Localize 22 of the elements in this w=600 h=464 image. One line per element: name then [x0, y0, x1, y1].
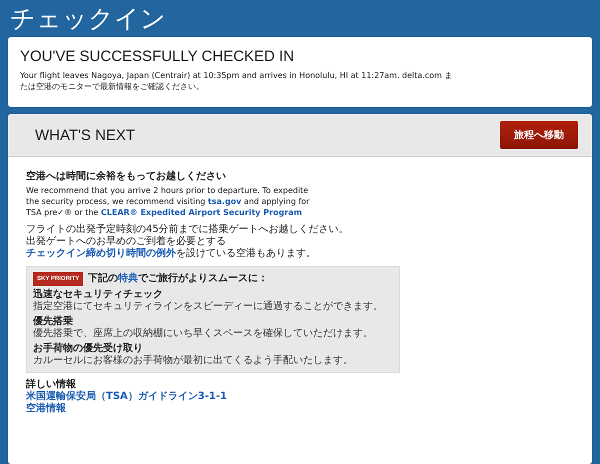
- advice-paragraph: We recommend that you arrive 2 hours prior to departure. To expedite the security process, we recommend visiting tsa.gov and applying for TSA pre✓® or the CLEAR® Expedited Airport Security Program: [26, 185, 310, 218]
- more-info-heading: 詳しい情報: [26, 379, 77, 390]
- benefit-title: お手荷物の優先受け取り: [33, 343, 144, 354]
- advice-paragraph: フライトの出発予定時刻の45分前までに搭乗ゲートへお越しください。出発ゲートへのお早めのご到着を必要とする チェックイン締め切り時間の例外を設けている空港もあります。: [26, 224, 350, 260]
- benefit-text: 優先搭乗で、座席上の収納棚にいち早くスペースを確保していただけます。: [33, 328, 374, 340]
- inline-link[interactable]: 特典: [118, 273, 138, 284]
- benefit-text: 指定空港にてセキュリティラインをスピーディーに通過することができます。: [33, 301, 384, 313]
- benefit-title: 迅速なセキュリティチェック: [33, 289, 164, 300]
- inline-link[interactable]: CLEAR® Expedited Airport Security Program: [100, 208, 302, 217]
- flight-message: Your flight leaves Nagoya, Japan (Centrair) at 10:35pm and arrives in Honolulu, HI at 11:27am. delta.com または空港のモニターで最新情報をご確認ください。: [20, 70, 454, 92]
- confirmation-heading: YOU'VE SUCCESSFULLY CHECKED IN: [20, 47, 296, 67]
- airport-heading: 空港へは時間に余裕をもってお越しください: [26, 171, 227, 183]
- inline-link[interactable]: チェックイン締め切り時間の例外: [26, 248, 176, 259]
- inline-link[interactable]: tsa.gov: [208, 197, 242, 206]
- info-link[interactable]: 空港情報: [26, 403, 66, 415]
- benefit-text: カルーセルにお客様のお手荷物が最初に出てくるよう手配いたします。: [33, 355, 354, 367]
- info-link[interactable]: 米国運輸保安局（TSA）ガイドライン3-1-1: [26, 391, 227, 403]
- itinerary-button[interactable]: 旅程へ移動: [500, 121, 578, 149]
- priority-intro: 下記の特典でご旅行がよりスムースに：: [88, 273, 268, 285]
- benefit-title: 優先搭乗: [33, 316, 74, 328]
- whats-next-heading: WHAT'S NEXT: [35, 126, 136, 144]
- page-title: チェックイン: [9, 4, 166, 34]
